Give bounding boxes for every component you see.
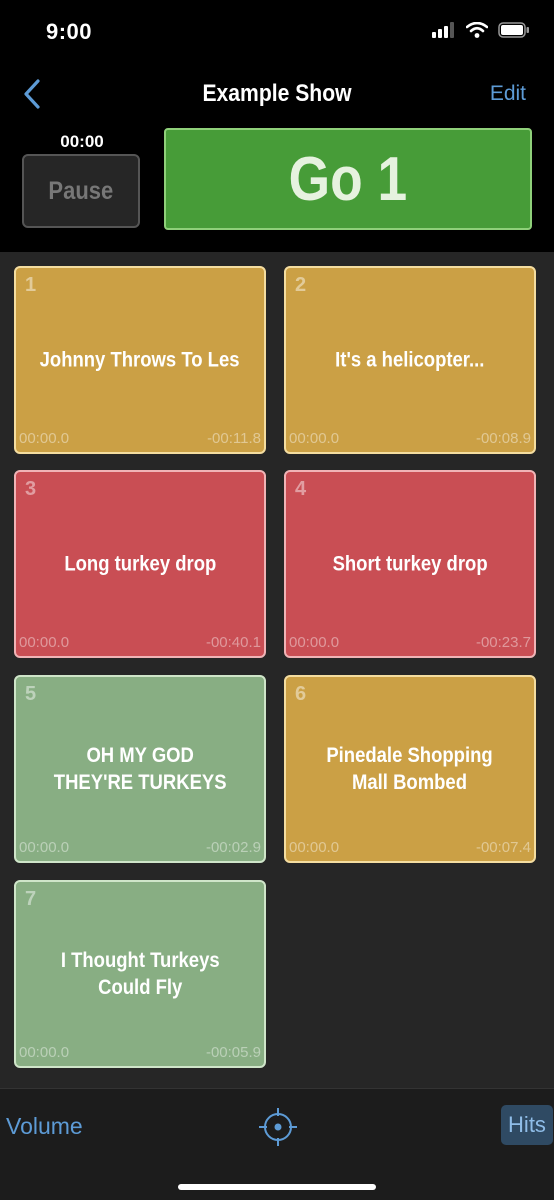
cue-remaining-time: -00:40.1	[205, 634, 261, 651]
wifi-icon	[466, 22, 488, 38]
status-bar: 9:00	[0, 0, 554, 66]
cue-number: 5	[25, 683, 37, 705]
cue-elapsed-time: 00:00.0	[19, 430, 70, 447]
show-timer: 00:00	[60, 132, 104, 151]
cue-tile-2[interactable]: 2 It's a helicopter... 00:00.0 -00:08.9	[284, 266, 536, 454]
cue-title: Pinedale Shopping Mall Bombed	[326, 744, 494, 794]
target-button[interactable]	[258, 1107, 298, 1147]
cue-elapsed-time: 00:00.0	[289, 839, 340, 856]
crosshair-target-icon	[259, 1108, 297, 1146]
cue-remaining-time: -00:02.9	[205, 839, 261, 856]
cue-number: 1	[25, 274, 37, 296]
cue-tile-4[interactable]: 4 Short turkey drop 00:00.0 -00:23.7	[284, 470, 536, 658]
cue-number: 6	[295, 683, 307, 705]
cue-tile-1[interactable]: 1 Johnny Throws To Les 00:00.0 -00:11.8	[14, 266, 266, 454]
cue-number: 2	[295, 274, 307, 296]
cue-title: I Thought Turkeys Could Fly	[60, 949, 220, 999]
cue-elapsed-time: 00:00.0	[289, 430, 340, 447]
volume-button[interactable]: Volume	[6, 1113, 83, 1140]
cue-remaining-time: -00:11.8	[207, 430, 261, 447]
cue-elapsed-time: 00:00.0	[19, 634, 70, 651]
cue-title: OH MY GOD THEY'RE TURKEYS	[53, 744, 227, 794]
cue-remaining-time: -00:08.9	[475, 430, 531, 447]
cue-title: It's a helicopter...	[335, 348, 485, 372]
cue-number: 3	[25, 478, 37, 500]
cue-title: Long turkey drop	[64, 552, 216, 576]
pause-label: Pause	[48, 176, 114, 205]
status-icons	[432, 22, 530, 38]
cue-grid: 1 Johnny Throws To Les 00:00.0 -00:11.8 …	[0, 252, 554, 1088]
home-indicator	[178, 1184, 376, 1190]
battery-icon	[498, 22, 529, 38]
edit-button[interactable]: Edit	[490, 82, 526, 106]
cue-elapsed-time: 00:00.0	[289, 634, 340, 651]
cue-tile-6[interactable]: 6 Pinedale Shopping Mall Bombed 00:00.0 …	[284, 675, 536, 863]
cue-number: 7	[25, 888, 37, 910]
go-label: Go 1	[288, 144, 408, 214]
cue-tile-3[interactable]: 3 Long turkey drop 00:00.0 -00:40.1	[14, 470, 266, 658]
cue-number: 4	[295, 478, 307, 500]
go-button[interactable]: Go 1	[164, 128, 532, 230]
nav-bar: Example Show Edit	[0, 66, 554, 124]
cue-elapsed-time: 00:00.0	[19, 839, 70, 856]
cue-remaining-time: -00:23.7	[475, 634, 531, 651]
cue-tile-7[interactable]: 7 I Thought Turkeys Could Fly 00:00.0 -0…	[14, 880, 266, 1068]
cue-elapsed-time: 00:00.0	[19, 1044, 70, 1061]
cue-remaining-time: -00:07.4	[475, 839, 531, 856]
cue-title: Short turkey drop	[332, 552, 488, 576]
cue-title: Johnny Throws To Les	[40, 348, 240, 372]
cellular-signal-icon	[432, 22, 454, 38]
status-time: 9:00	[46, 19, 93, 44]
hits-button[interactable]: Hits	[501, 1105, 553, 1145]
cue-tile-5[interactable]: 5 OH MY GOD THEY'RE TURKEYS 00:00.0 -00:…	[14, 675, 266, 863]
cue-remaining-time: -00:05.9	[205, 1044, 261, 1061]
page-title: Example Show	[202, 80, 352, 107]
pause-button[interactable]: Pause	[22, 154, 140, 228]
